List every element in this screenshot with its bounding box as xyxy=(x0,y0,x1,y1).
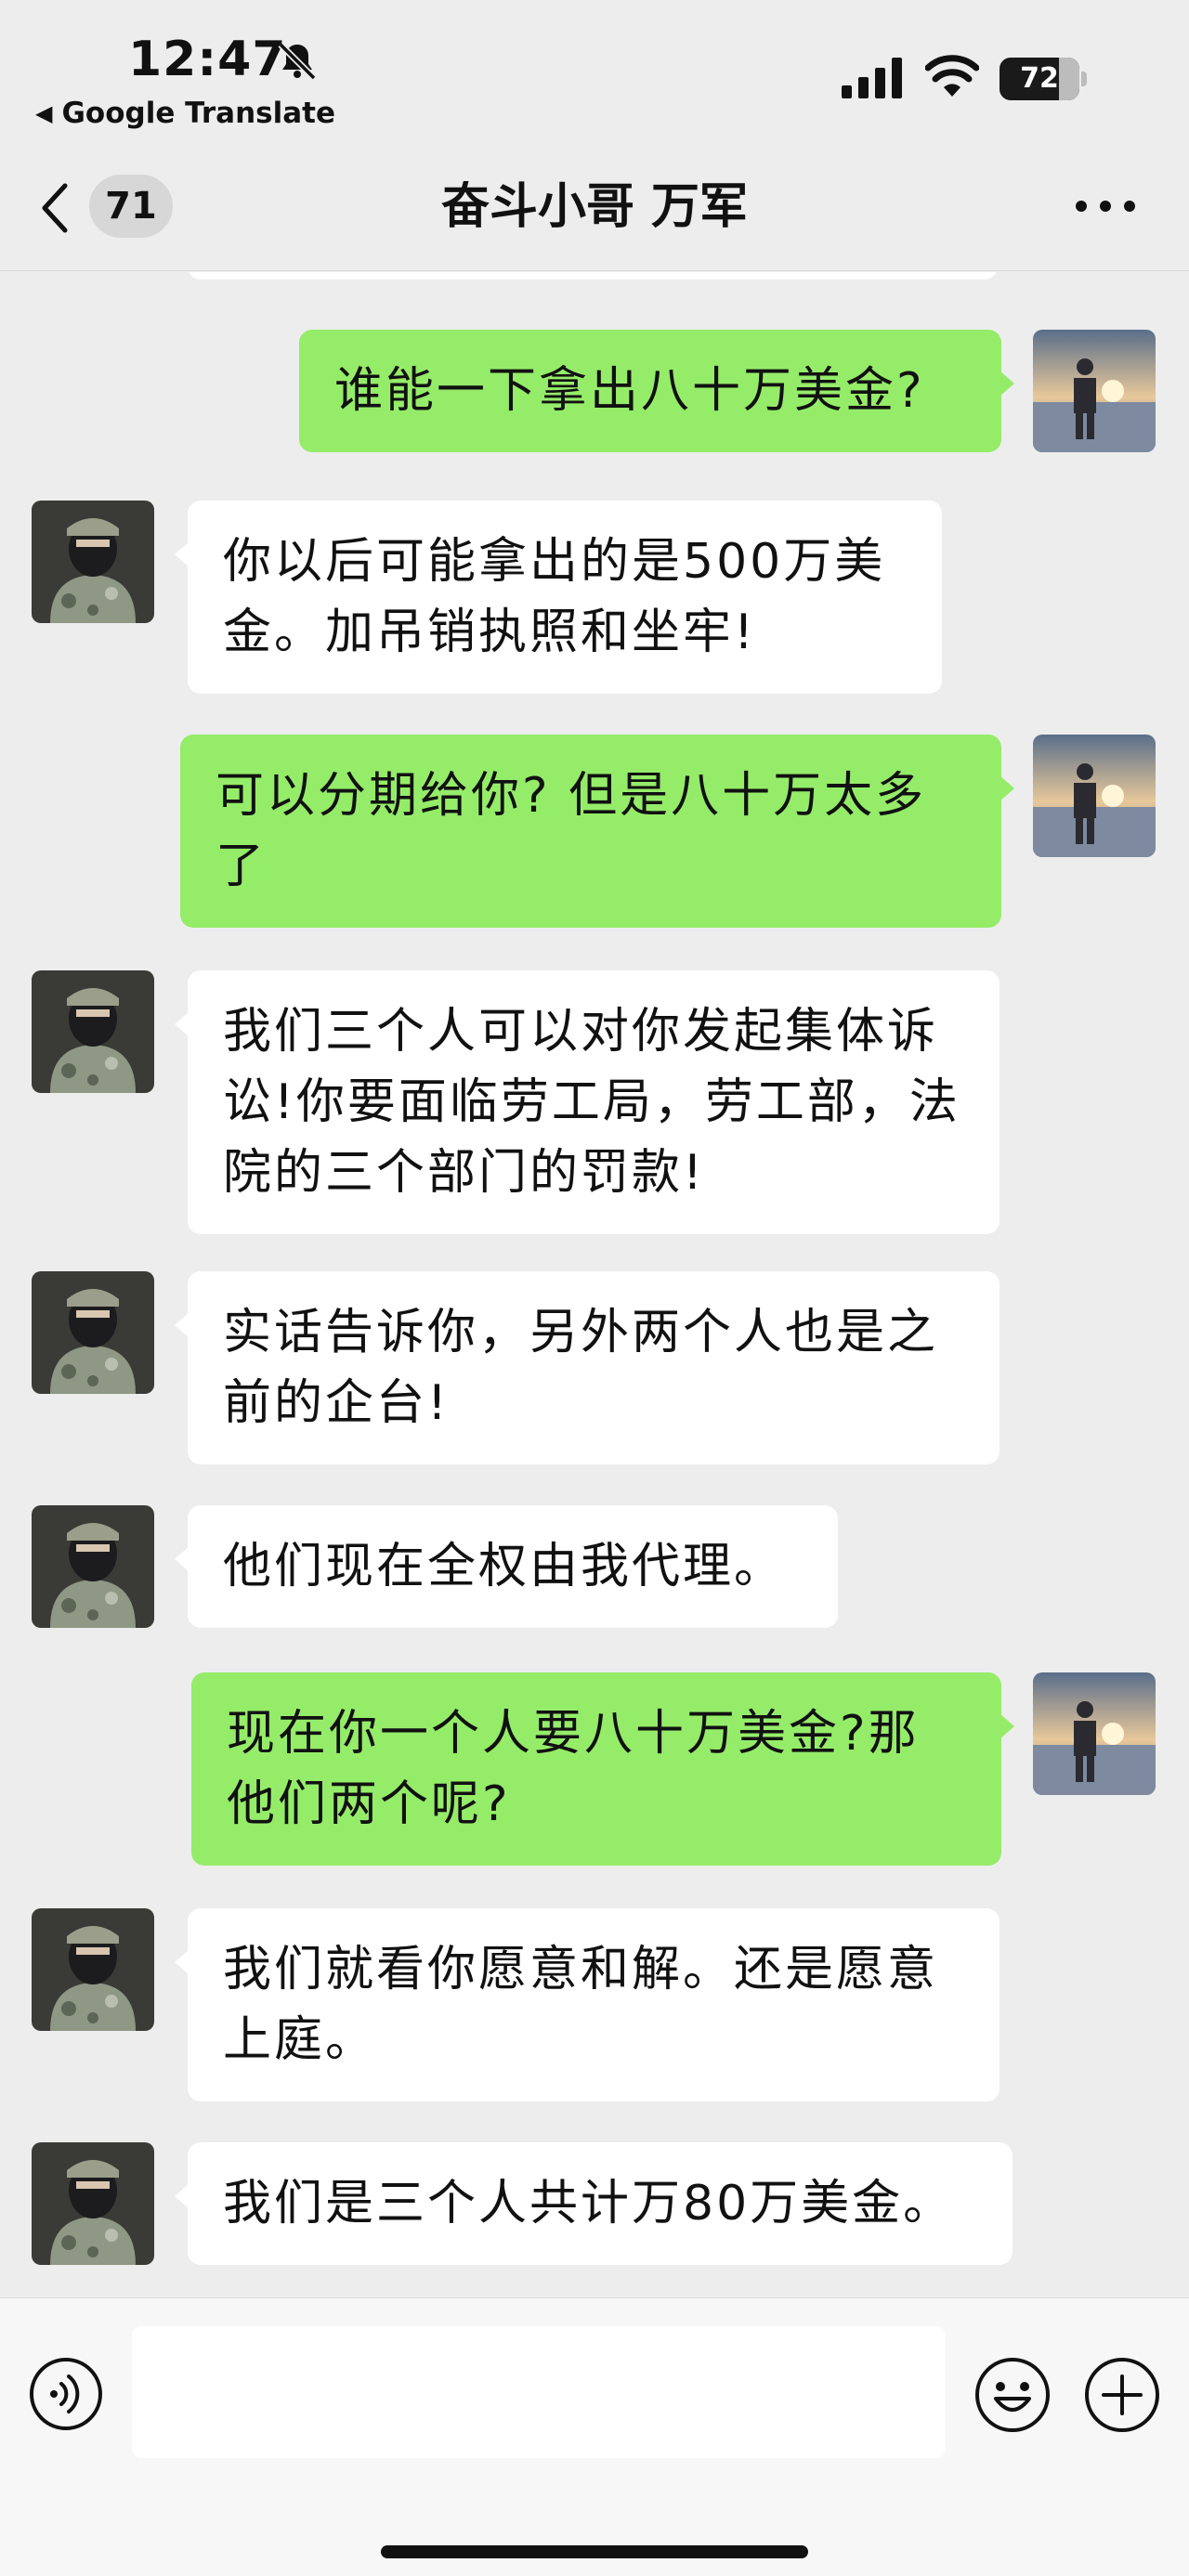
wifi-icon xyxy=(925,55,979,97)
outgoing-message-bubble[interactable]: 现在你一个人要八十万美金?那他们两个呢? xyxy=(191,1672,1014,1866)
my-avatar[interactable] xyxy=(1033,1672,1156,1795)
status-time: 12:47 xyxy=(128,32,287,87)
more-icon[interactable] xyxy=(1068,188,1143,225)
bell-slash-icon xyxy=(278,42,317,81)
unread-count-badge[interactable]: 71 xyxy=(89,175,173,238)
contact-avatar[interactable] xyxy=(32,501,154,623)
emoji-icon[interactable] xyxy=(973,2356,1052,2434)
my-avatar[interactable] xyxy=(1033,735,1156,857)
contact-avatar[interactable] xyxy=(32,1505,154,1628)
incoming-message-bubble[interactable]: 实话告诉你，另外两个人也是之前的企台! xyxy=(175,1271,1000,1464)
back-to-app-link[interactable]: ◀ Google Translate xyxy=(35,97,335,130)
incoming-message-bubble[interactable]: 他们现在全权由我代理。 xyxy=(175,1505,838,1628)
chevron-left-icon[interactable] xyxy=(37,180,71,236)
message-list[interactable]: 谁能一下拿出八十万美金? 你以后可能拿出的是500万美金。加吊销执照和坐牢! 可… xyxy=(0,272,1189,2296)
contact-avatar[interactable] xyxy=(32,970,154,1093)
message-input[interactable] xyxy=(132,2326,946,2458)
battery-icon: 72 xyxy=(1000,58,1087,100)
back-triangle-icon: ◀ xyxy=(35,100,53,126)
outgoing-message-bubble[interactable]: 可以分期给你? 但是八十万太多了 xyxy=(180,735,1014,928)
battery-level: 72 xyxy=(1020,62,1059,95)
incoming-message-bubble[interactable]: 我们三个人可以对你发起集体诉讼!你要面临劳工局，劳工部，法院的三个部门的罚款! xyxy=(175,970,1000,1234)
chat-screen: 12:47 ◀ Google Translate 72 71 奋斗小哥 万军 谁… xyxy=(0,0,1189,2576)
my-avatar[interactable] xyxy=(1033,330,1156,452)
chat-title: 奋斗小哥 万军 xyxy=(440,179,749,235)
plus-icon[interactable] xyxy=(1083,2356,1161,2434)
contact-avatar[interactable] xyxy=(32,1908,154,2031)
signal-icon xyxy=(842,58,902,98)
home-indicator[interactable] xyxy=(381,2545,808,2558)
outgoing-message-bubble[interactable]: 谁能一下拿出八十万美金? xyxy=(299,330,1014,452)
back-app-label: Google Translate xyxy=(61,97,335,130)
chat-header: 71 奋斗小哥 万军 xyxy=(0,139,1189,271)
input-bar xyxy=(0,2297,1189,2576)
voice-icon[interactable] xyxy=(28,2356,104,2432)
status-bar: 12:47 ◀ Google Translate 72 xyxy=(0,0,1189,139)
incoming-message-bubble[interactable]: 我们是三个人共计万80万美金。 xyxy=(175,2142,1013,2265)
previous-message-bubble xyxy=(188,272,998,280)
contact-avatar[interactable] xyxy=(32,2142,154,2265)
incoming-message-bubble[interactable]: 你以后可能拿出的是500万美金。加吊销执照和坐牢! xyxy=(175,501,942,694)
contact-avatar[interactable] xyxy=(32,1271,154,1394)
incoming-message-bubble[interactable]: 我们就看你愿意和解。还是愿意上庭。 xyxy=(175,1908,1000,2101)
